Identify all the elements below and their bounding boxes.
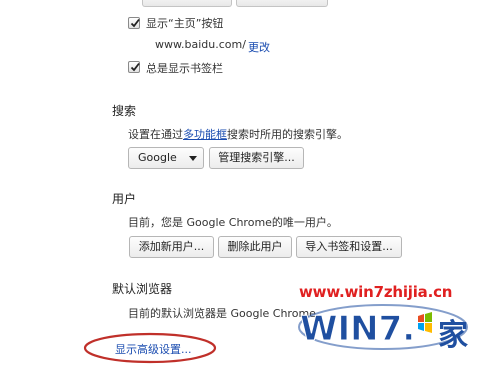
show-advanced-settings-link[interactable]: 显示高级设置... <box>115 341 192 357</box>
show-bookmarks-bar-checkbox[interactable] <box>128 61 140 73</box>
search-section-title: 搜索 <box>112 104 137 118</box>
watermark-logo: WIN7. 家 <box>298 302 473 357</box>
add-user-button[interactable]: 添加新用户... <box>129 236 214 258</box>
cut-off-button-right[interactable] <box>236 0 328 7</box>
checkmark-icon <box>130 18 140 28</box>
home-url-text: www.baidu.com/ <box>155 38 246 51</box>
manage-search-engines-button[interactable]: 管理搜索引擎... <box>209 147 304 169</box>
chevron-down-icon <box>189 156 197 161</box>
users-section-title: 用户 <box>112 192 137 206</box>
watermark-logo-suffix: 家 <box>438 318 468 353</box>
delete-user-button[interactable]: 删除此用户 <box>218 236 292 258</box>
change-home-link[interactable]: 更改 <box>248 39 270 55</box>
search-desc-prefix: 设置在通过 <box>128 128 183 141</box>
cut-off-button-left[interactable] <box>142 0 232 7</box>
show-home-button-label: 显示“主页”按钮 <box>146 17 224 30</box>
watermark-url: www.win7zhijia.cn <box>299 283 453 301</box>
search-description: 设置在通过多功能框搜索时所用的搜索引擎。 <box>128 126 348 142</box>
omnibox-link[interactable]: 多功能框 <box>183 128 227 141</box>
show-home-button-checkbox[interactable] <box>128 17 140 29</box>
svg-text:WIN7.: WIN7. <box>300 309 415 349</box>
search-engine-selected: Google <box>138 151 177 164</box>
default-browser-description: 目前的默认浏览器是 Google Chrome <box>128 307 316 320</box>
import-bookmarks-button[interactable]: 导入书签和设置... <box>296 236 402 258</box>
search-engine-select[interactable]: Google <box>128 147 204 169</box>
search-desc-suffix: 搜索时所用的搜索引擎。 <box>227 128 348 141</box>
show-bookmarks-bar-label: 总是显示书签栏 <box>146 62 223 75</box>
users-description: 目前，您是 Google Chrome的唯一用户。 <box>128 216 338 229</box>
default-browser-section-title: 默认浏览器 <box>112 282 173 296</box>
checkmark-icon <box>130 62 140 72</box>
